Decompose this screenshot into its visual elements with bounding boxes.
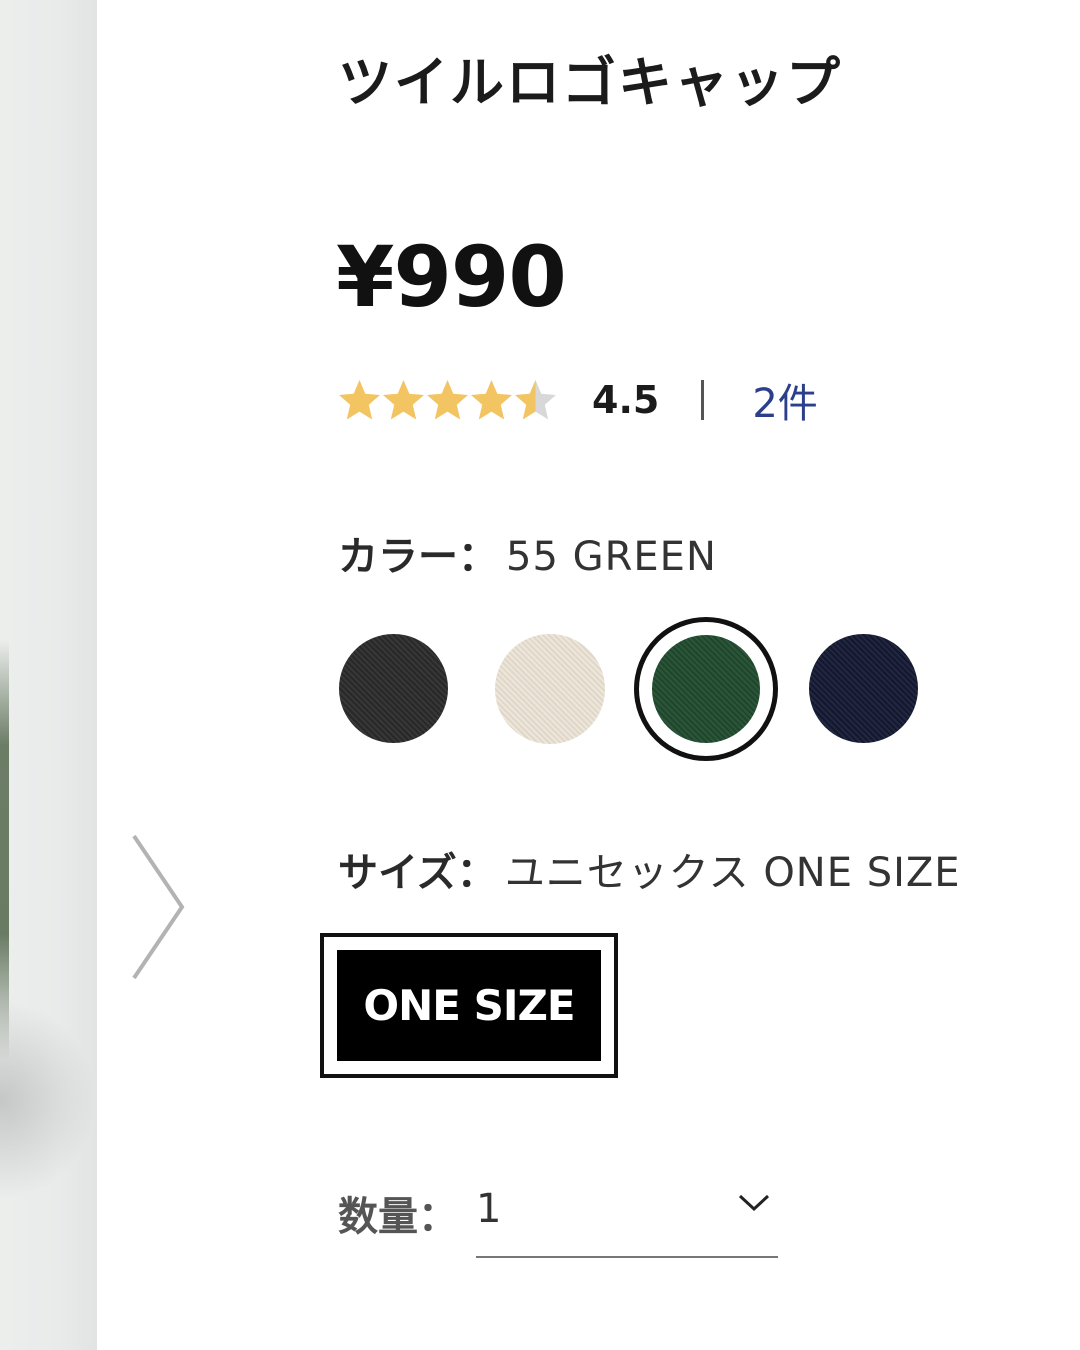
star-icon — [339, 380, 380, 420]
product-image-shadow — [0, 1000, 97, 1200]
chevron-down-icon — [738, 1194, 770, 1212]
size-selected-value: ユニセックス ONE SIZE — [504, 850, 961, 896]
product-image-edge — [0, 0, 97, 1350]
color-swatch-black[interactable] — [339, 634, 448, 743]
quantity-value: 1 — [476, 1186, 502, 1232]
star-icon — [427, 380, 468, 420]
rating-value: 4.5 — [592, 378, 660, 422]
quantity-label: 数量： — [338, 1194, 458, 1240]
rating-divider — [701, 380, 705, 420]
color-swatch-green[interactable] — [652, 635, 760, 743]
size-label-row: サイズ： ユニセックス ONE SIZE — [338, 840, 961, 898]
star-icon — [383, 380, 424, 420]
star-icon — [515, 380, 556, 420]
size-label: サイズ： — [338, 850, 497, 896]
color-label: カラー： — [338, 534, 498, 580]
color-swatch-navy[interactable] — [809, 634, 918, 743]
size-option-one-size[interactable]: ONE SIZE — [320, 933, 618, 1078]
product-image-green-strip — [0, 640, 9, 1060]
size-option-label: ONE SIZE — [337, 950, 601, 1061]
rating-row: 4.5 2件 — [338, 372, 818, 428]
color-swatch-off-white[interactable] — [495, 634, 605, 744]
product-title: ツイルロゴキャップ — [338, 51, 842, 114]
quantity-select[interactable]: 1 — [476, 1176, 778, 1258]
review-count-link[interactable]: 2件 — [752, 371, 817, 429]
product-price: ¥990 — [336, 228, 567, 326]
color-selected-value: 55 GREEN — [506, 534, 717, 580]
color-label-row: カラー： 55 GREEN — [338, 524, 717, 582]
chevron-right-icon[interactable] — [128, 832, 190, 982]
star-icon — [471, 380, 512, 420]
rating-stars — [338, 379, 558, 421]
